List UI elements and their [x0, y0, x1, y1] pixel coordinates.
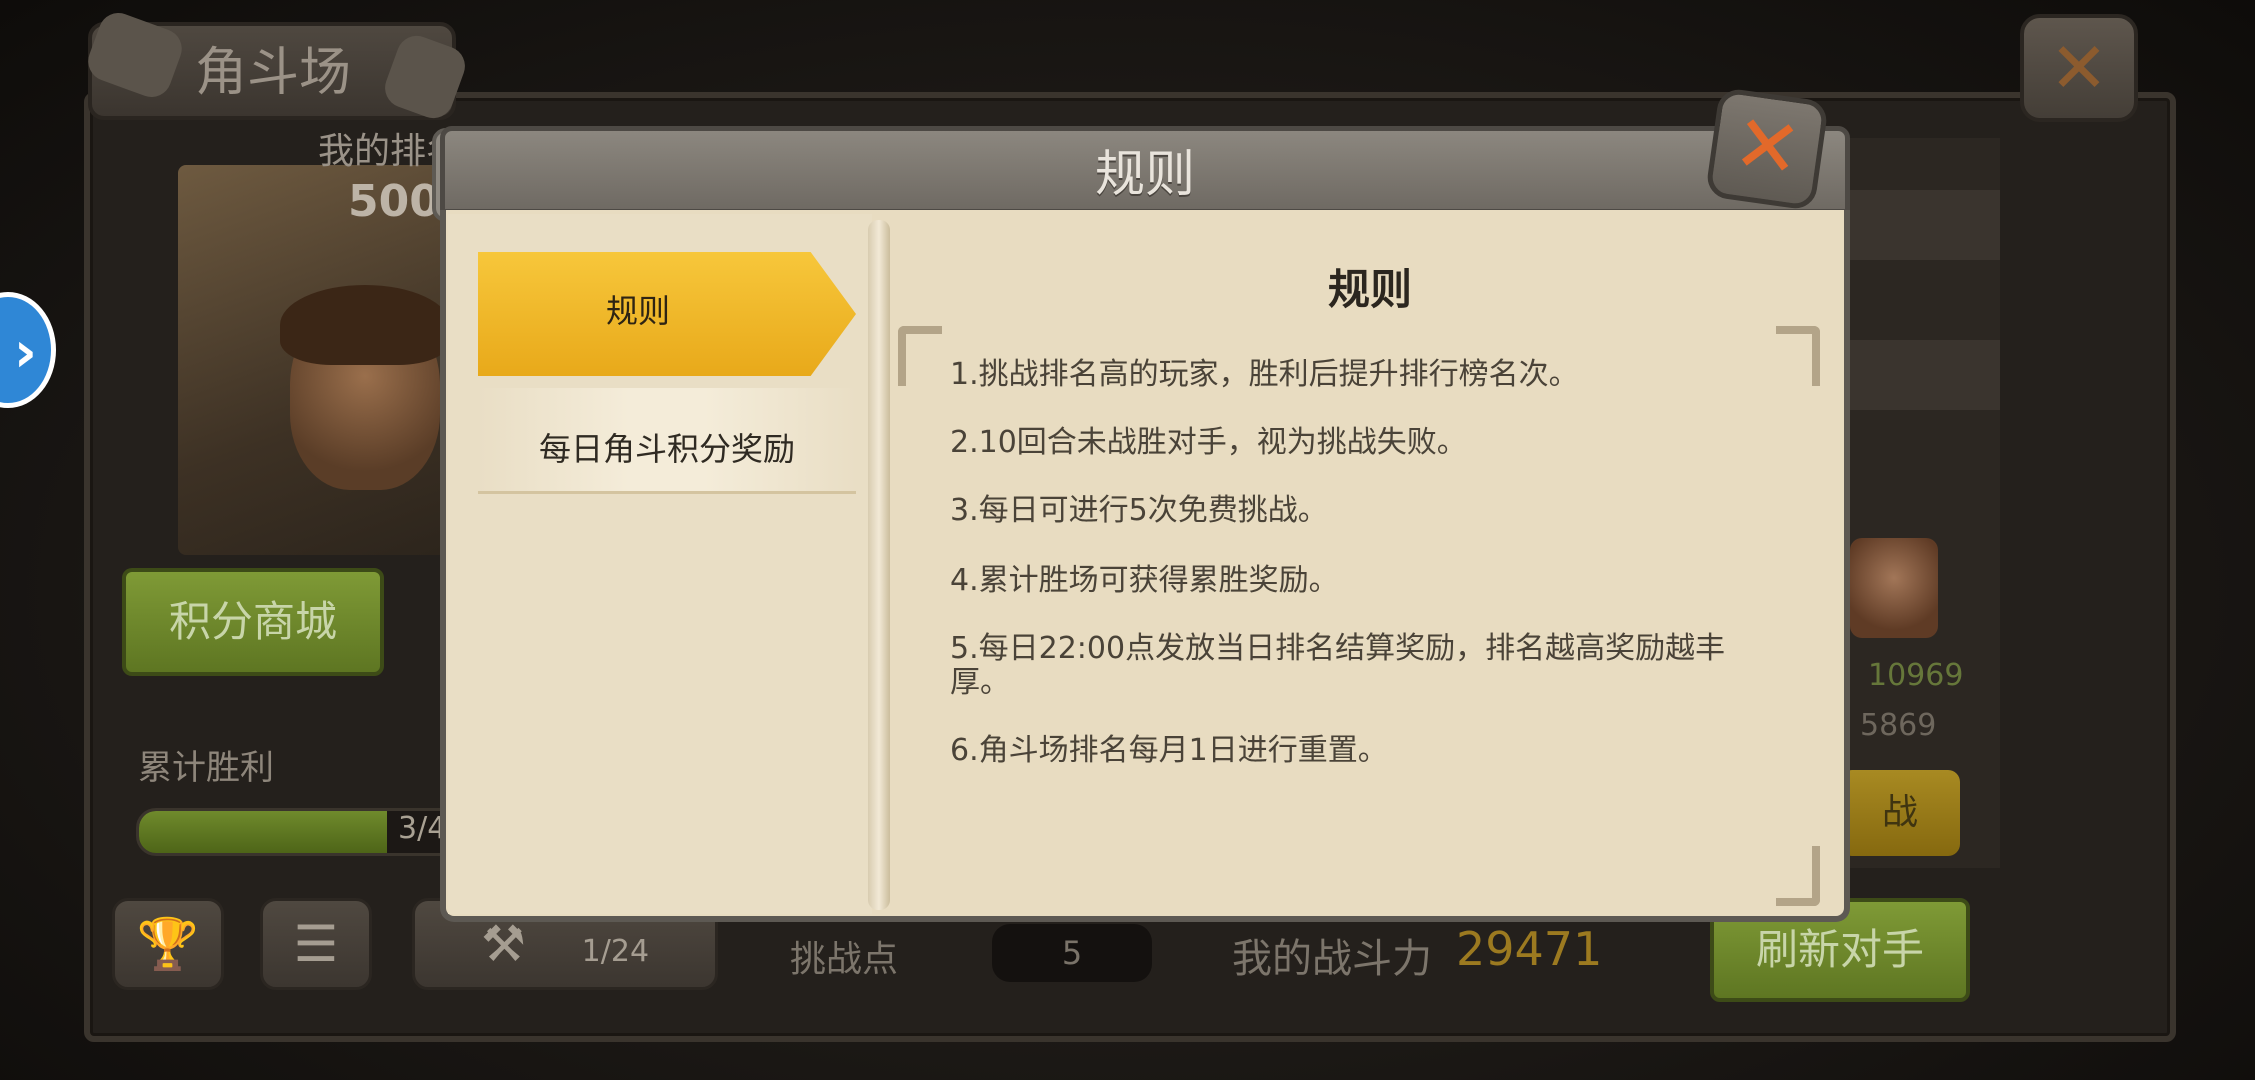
- dialog-title: 规则: [1095, 145, 1195, 203]
- page-title: 角斗场: [195, 43, 352, 103]
- corner-decoration: [1776, 846, 1820, 906]
- cumulative-wins-label: 累计胜利: [138, 748, 274, 788]
- axe-tab-text: 1/24: [581, 934, 650, 969]
- chevron-right-icon: ›: [13, 320, 37, 385]
- bone-divider: [868, 220, 890, 910]
- challenge-points-label: 挑战点: [790, 939, 899, 980]
- rule-item-3: 3.每日可进行5次免费挑战。: [950, 493, 1328, 528]
- opponent-avatar[interactable]: [1850, 538, 1938, 638]
- rules-content-title: 规则: [1327, 265, 1412, 314]
- challenge-button[interactable]: 战: [1840, 770, 1960, 856]
- corner-decoration: [1776, 326, 1820, 386]
- list-button[interactable]: ☰: [260, 898, 372, 990]
- list-icon: ☰: [293, 915, 339, 973]
- opponent-score-secondary: 5869: [1860, 708, 1937, 743]
- corner-decoration: [898, 326, 942, 386]
- my-power-label: 我的战斗力: [1232, 936, 1432, 982]
- rule-item-5: 5.每日22:00点发放当日排名结算奖励，排名越高奖励越丰厚。: [950, 631, 1726, 700]
- trophy-icon: 🏆: [136, 915, 200, 973]
- opponent-score: 10969: [1868, 658, 1964, 693]
- tab-rules-label: 规则: [605, 292, 670, 330]
- rule-item-2: 2.10回合未战胜对手，视为挑战失败。: [950, 425, 1467, 460]
- trophy-button[interactable]: 🏆: [112, 898, 224, 990]
- rule-item-4: 4.累计胜场可获得累胜奖励。: [950, 563, 1339, 598]
- close-dialog-button[interactable]: ✕: [1704, 86, 1830, 212]
- points-shop-button[interactable]: 积分商城: [122, 568, 384, 676]
- close-icon: ✕: [1727, 95, 1808, 198]
- close-arena-button[interactable]: ✕: [2020, 14, 2138, 122]
- tab-daily-rewards-label: 每日角斗积分奖励: [538, 430, 795, 468]
- cumulative-wins-progress-fill: [139, 811, 387, 853]
- rules-dialog: 规则 规则 每日角斗积分奖励 规则 1.挑战排名高的玩家，胜利后提升排行榜名次。…: [432, 86, 1850, 934]
- rule-item-1: 1.挑战排名高的玩家，胜利后提升排行榜名次。: [950, 357, 1579, 392]
- close-icon: ✕: [2049, 27, 2109, 109]
- rule-item-6: 6.角斗场排名每月1日进行重置。: [950, 733, 1388, 768]
- my-rank-value: 500: [348, 176, 440, 227]
- hero-hair: [280, 285, 450, 365]
